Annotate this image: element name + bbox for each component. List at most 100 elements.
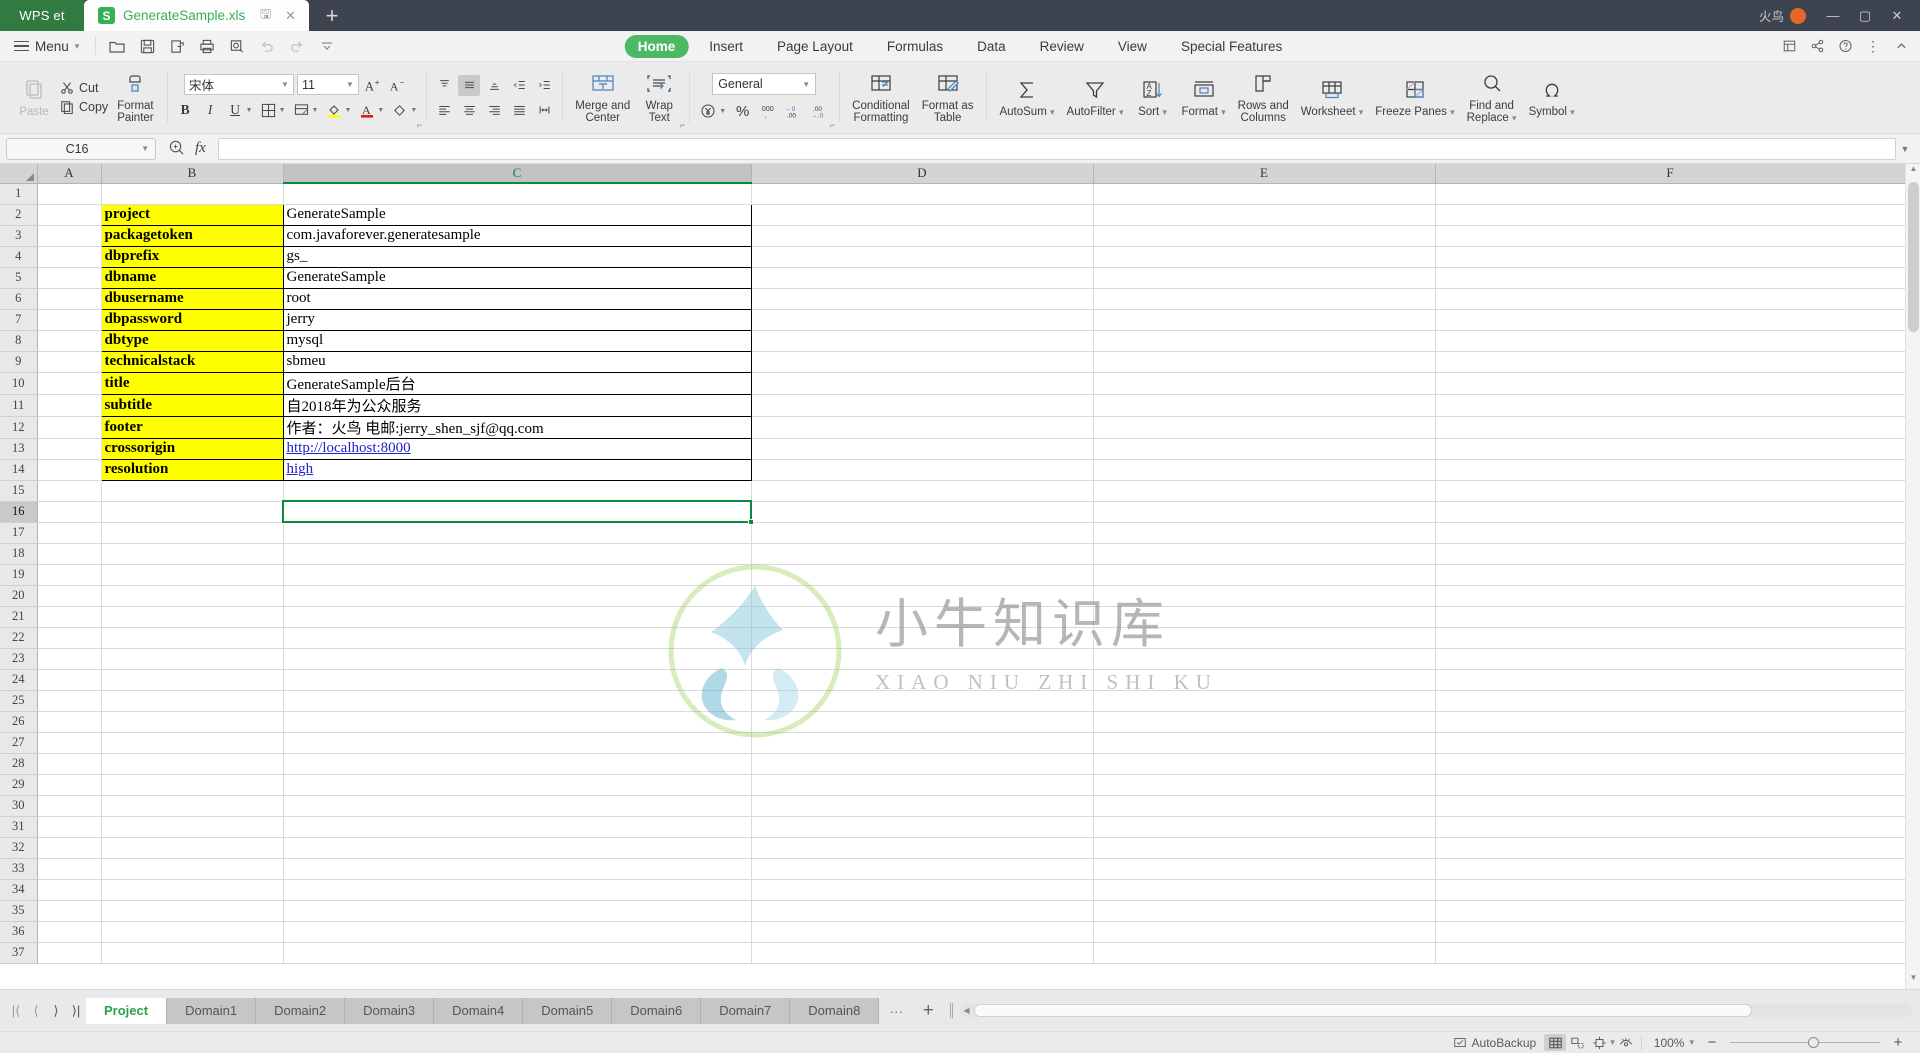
format-button[interactable]: Format ▾ — [1175, 77, 1231, 119]
cell-D35[interactable] — [751, 900, 1094, 922]
table-row[interactable]: 5 dbname GenerateSample — [0, 266, 1906, 289]
cell-style-icon[interactable] — [290, 99, 313, 121]
row-header-37[interactable]: 37 — [0, 942, 38, 964]
table-row[interactable]: 29 — [0, 774, 1906, 796]
cell-C22[interactable] — [283, 627, 752, 649]
cell-A32[interactable] — [37, 837, 102, 859]
cell-F33[interactable] — [1435, 858, 1906, 880]
scroll-left-arrow-icon[interactable]: ◀ — [963, 1006, 969, 1015]
maximize-button[interactable]: ▢ — [1850, 0, 1880, 31]
cell-C8[interactable]: mysql — [282, 329, 752, 352]
cell-A25[interactable] — [37, 690, 102, 712]
cell-D36[interactable] — [751, 921, 1094, 943]
cell-F28[interactable] — [1435, 753, 1906, 775]
cell-D11[interactable] — [751, 394, 1094, 417]
chevron-down-icon[interactable]: ▼ — [279, 107, 286, 114]
user-chip[interactable]: 火鸟 — [1759, 6, 1816, 25]
table-row[interactable]: 20 — [0, 585, 1906, 607]
tab-formulas[interactable]: Formulas — [874, 35, 956, 58]
cell-E4[interactable] — [1093, 246, 1436, 268]
row-header-25[interactable]: 25 — [0, 690, 38, 712]
sheet-tab-domain6[interactable]: Domain6 — [612, 997, 702, 1024]
font-size-select[interactable]: 11 ▼ — [296, 74, 359, 95]
zoom-slider-knob[interactable] — [1808, 1037, 1819, 1048]
cell-C34[interactable] — [283, 879, 752, 901]
decrease-font-size-button[interactable]: A − — [387, 74, 409, 95]
cell-A35[interactable] — [37, 900, 102, 922]
cell-D28[interactable] — [751, 753, 1094, 775]
row-header-27[interactable]: 27 — [0, 732, 38, 754]
cell-B9[interactable]: technicalstack — [100, 350, 284, 373]
row-header-31[interactable]: 31 — [0, 816, 38, 838]
cell-A34[interactable] — [37, 879, 102, 901]
cell-C17[interactable] — [283, 522, 752, 544]
cell-A2[interactable] — [37, 204, 102, 226]
row-header-12[interactable]: 12 — [0, 416, 38, 439]
align-bottom-button[interactable] — [483, 75, 505, 96]
row-header-3[interactable]: 3 — [0, 225, 38, 247]
table-row[interactable]: 21 — [0, 606, 1906, 628]
cell-C23[interactable] — [283, 648, 752, 670]
collaborate-icon[interactable] — [1776, 33, 1802, 59]
cell-C11[interactable]: 自2018年为公众服务 — [282, 393, 752, 417]
align-center-button[interactable] — [458, 100, 480, 121]
number-dialog-launcher[interactable]: ⌐ — [830, 120, 835, 130]
cell-B12[interactable]: footer — [100, 415, 284, 439]
cell-D5[interactable] — [751, 267, 1094, 289]
italic-button[interactable]: I — [199, 99, 222, 121]
table-row[interactable]: 13 crossorigin http://localhost:8000 — [0, 437, 1906, 460]
cell-B28[interactable] — [101, 753, 284, 775]
cell-A30[interactable] — [37, 795, 102, 817]
table-row[interactable]: 34 — [0, 879, 1906, 901]
present-icon[interactable]: 🖫 — [257, 5, 274, 27]
row-header-26[interactable]: 26 — [0, 711, 38, 733]
table-row[interactable]: 15 — [0, 480, 1906, 502]
column-header-a[interactable]: A — [37, 164, 102, 184]
row-header-5[interactable]: 5 — [0, 267, 38, 289]
cell-B16[interactable] — [101, 501, 284, 523]
cell-A6[interactable] — [37, 288, 102, 310]
table-row[interactable]: 23 — [0, 648, 1906, 670]
tab-data[interactable]: Data — [964, 35, 1019, 58]
prev-sheet-icon[interactable]: ⟨ — [26, 996, 46, 1026]
cell-F2[interactable] — [1435, 204, 1906, 226]
cell-D31[interactable] — [751, 816, 1094, 838]
increase-font-size-button[interactable]: A + — [362, 74, 384, 95]
cell-E2[interactable] — [1093, 204, 1436, 226]
cut-button[interactable]: Cut — [57, 80, 111, 96]
column-header-e[interactable]: E — [1093, 164, 1436, 184]
table-row[interactable]: 27 — [0, 732, 1906, 754]
cell-B32[interactable] — [101, 837, 284, 859]
cell-F26[interactable] — [1435, 711, 1906, 733]
row-header-23[interactable]: 23 — [0, 648, 38, 670]
worksheet-button[interactable]: Worksheet ▾ — [1295, 77, 1370, 119]
zoom-out-button[interactable]: − — [1702, 1034, 1722, 1051]
cell-B5[interactable]: dbname — [100, 266, 284, 289]
cell-F3[interactable] — [1435, 225, 1906, 247]
cell-B34[interactable] — [101, 879, 284, 901]
cell-C30[interactable] — [283, 795, 752, 817]
cell-E5[interactable] — [1093, 267, 1436, 289]
cell-D18[interactable] — [751, 543, 1094, 565]
cell-A22[interactable] — [37, 627, 102, 649]
table-row[interactable]: 8 dbtype mysql — [0, 329, 1906, 352]
cell-C12[interactable]: 作者：火鸟 电邮:jerry_shen_sjf@qq.com — [282, 415, 752, 439]
cell-A37[interactable] — [37, 942, 102, 964]
sheet-tab-domain1[interactable]: Domain1 — [167, 997, 257, 1024]
table-row[interactable]: 9 technicalstack sbmeu — [0, 350, 1906, 373]
comma-icon[interactable]: 000, — [757, 100, 780, 122]
cell-E31[interactable] — [1093, 816, 1436, 838]
normal-view-icon[interactable] — [1544, 1034, 1567, 1051]
sheet-tab-domain7[interactable]: Domain7 — [701, 997, 791, 1024]
cell-F14[interactable] — [1435, 459, 1906, 481]
table-row[interactable]: 35 — [0, 900, 1906, 922]
zoom-slider[interactable] — [1730, 1036, 1880, 1050]
cell-B25[interactable] — [101, 690, 284, 712]
align-top-button[interactable] — [433, 75, 455, 96]
cell-C9[interactable]: sbmeu — [282, 350, 752, 373]
cell-C7[interactable]: jerry — [282, 308, 752, 331]
cell-F9[interactable] — [1435, 351, 1906, 373]
insert-function-icon[interactable] — [168, 139, 185, 159]
cell-E20[interactable] — [1093, 585, 1436, 607]
cell-A14[interactable] — [37, 459, 102, 481]
